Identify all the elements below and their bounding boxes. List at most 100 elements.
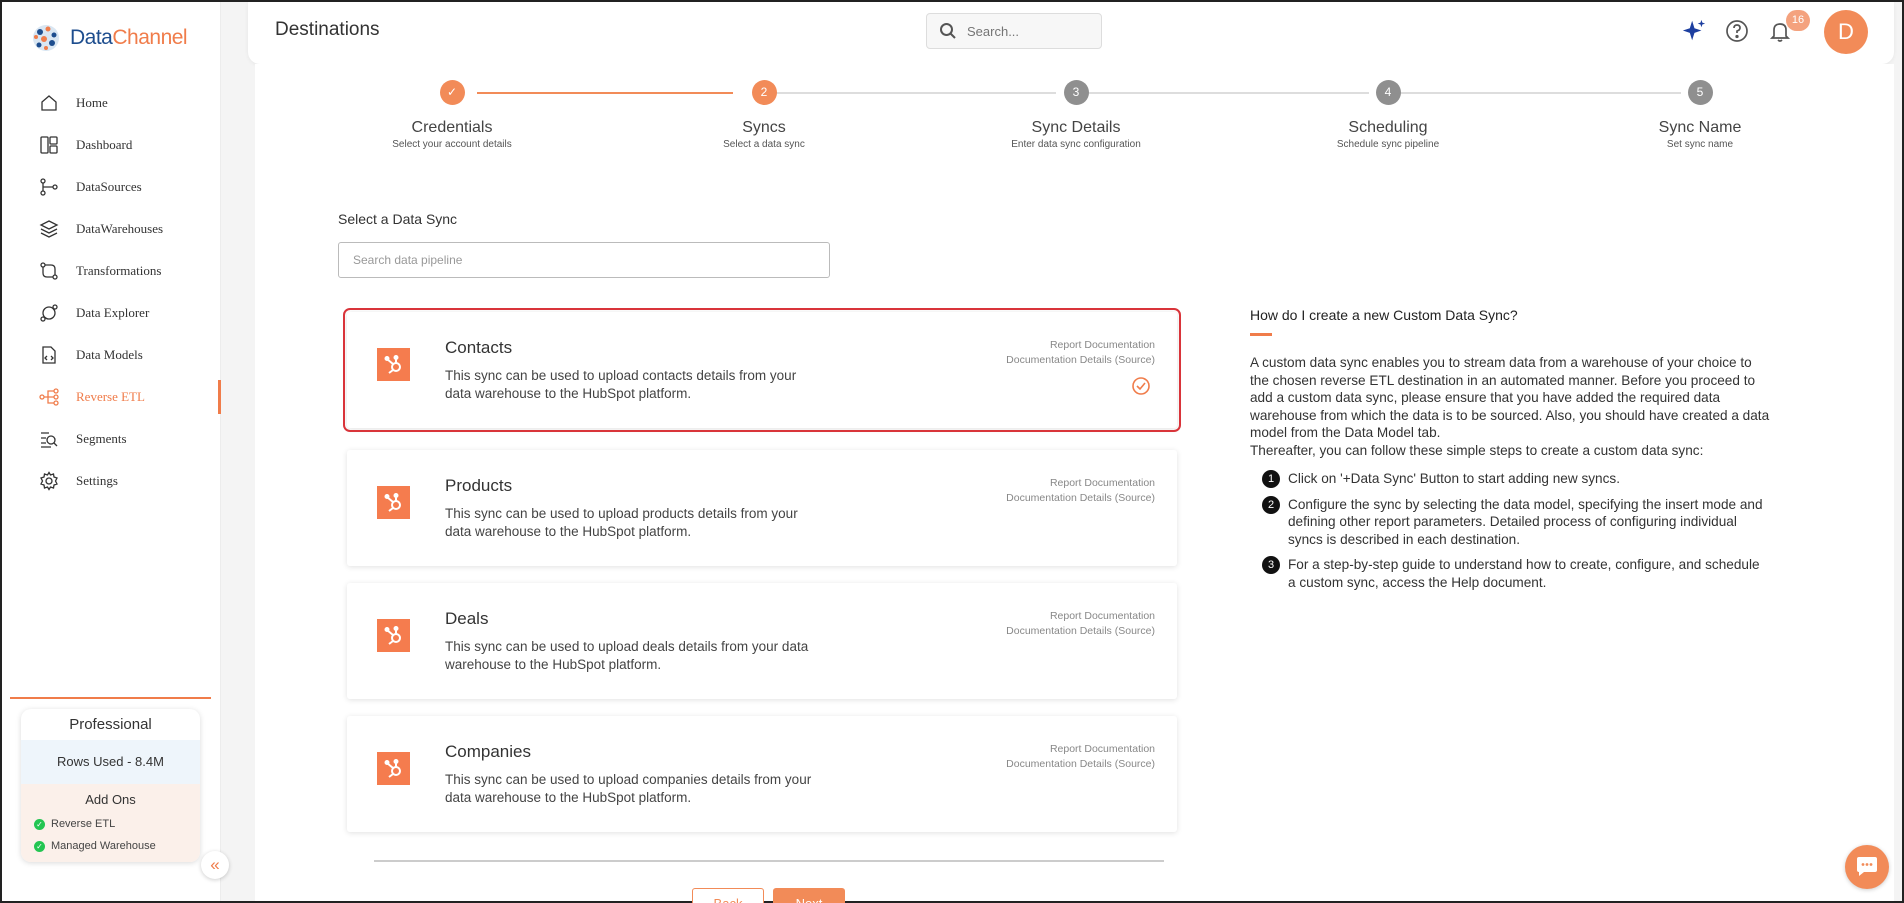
sync-description: This sync can be used to upload companie… [445,772,812,805]
reverse-etl-icon [38,386,60,408]
sync-description: This sync can be used to upload contacts… [445,368,797,401]
hubspot-icon [377,348,410,381]
step-sync-name[interactable]: 5 Sync Name Set sync name [1600,80,1800,150]
report-documentation-link[interactable]: Report Documentation [1006,476,1155,491]
step-sync-details[interactable]: 3 Sync Details Enter data sync configura… [976,80,1176,150]
notification-badge: 16 [1786,10,1810,31]
step-syncs[interactable]: 2 Syncs Select a data sync [664,80,864,150]
sync-card-products[interactable]: Products This sync can be used to upload… [347,450,1177,566]
data-models-icon [38,344,60,366]
sidebar-item-dashboard[interactable]: Dashboard [2,124,221,166]
help-step: 3 For a step-by-step guide to understand… [1262,556,1770,591]
plan-card: Professional Rows Used - 8.4M Add Ons ✓ … [21,709,200,862]
step-number: 2 [751,80,777,105]
sync-card-contacts[interactable]: Contacts This sync can be used to upload… [343,308,1181,432]
step-scheduling[interactable]: 4 Scheduling Schedule sync pipeline [1288,80,1488,150]
help-step: 2 Configure the sync by selecting the da… [1262,495,1770,549]
hubspot-icon [377,619,410,652]
main-content: ✓ Credentials Select your account detail… [255,64,1894,903]
next-button[interactable]: Next [773,888,845,903]
sidebar-item-datasources[interactable]: DataSources [2,166,221,208]
datachannel-logo-icon [33,25,59,51]
chat-button[interactable] [1845,845,1889,889]
step-number: 5 [1687,80,1713,105]
documentation-details-link[interactable]: Documentation Details (Source) [1006,624,1155,639]
global-search[interactable] [926,13,1102,49]
help-body: A custom data sync enables you to stream… [1250,355,1770,458]
sync-name: Deals [445,609,489,628]
report-documentation-link[interactable]: Report Documentation [1006,338,1155,353]
addons-section: Add Ons ✓ Reverse ETL ✓ Managed Warehous… [21,784,200,862]
addons-title: Add Ons [85,792,136,807]
sidebar-item-transformations[interactable]: Transformations [2,250,221,292]
doc-links: Report Documentation Documentation Detai… [1006,742,1155,772]
sync-name: Contacts [445,338,513,357]
help-icon [1726,20,1748,42]
help-button[interactable] [1724,18,1750,44]
selected-check-icon [1132,377,1150,395]
addon-item: ✓ Reverse ETL [21,813,200,835]
documentation-details-link[interactable]: Documentation Details (Source) [1006,757,1155,772]
sync-card-deals[interactable]: Deals This sync can be used to upload de… [347,583,1177,699]
help-steps: 1 Click on '+Data Sync' Button to start … [1250,469,1770,592]
segments-icon [38,428,60,450]
sync-description: This sync can be used to upload products… [445,506,798,539]
sync-name: Products [445,476,513,495]
section-label: Select a Data Sync [338,211,458,227]
help-title: How do I create a new Custom Data Sync? [1250,307,1518,323]
header: Destinations 16 D [248,2,1894,64]
back-button[interactable]: Back [692,888,764,903]
step-number: 4 [1375,80,1401,105]
check-icon: ✓ [34,840,45,852]
sidebar-item-segments[interactable]: Segments [2,418,221,460]
logo[interactable]: DataChannel [28,20,188,56]
brand-name: DataChannel [70,26,188,49]
help-title-underline [1250,333,1272,336]
sidebar-item-home[interactable]: Home [2,82,221,124]
help-panel: How do I create a new Custom Data Sync? … [1250,307,1770,600]
step-credentials[interactable]: ✓ Credentials Select your account detail… [352,80,552,150]
sync-card-companies[interactable]: Companies This sync can be used to uploa… [347,716,1177,832]
check-icon: ✓ [34,818,45,830]
search-icon [940,23,956,39]
sidebar-item-data-models[interactable]: Data Models [2,334,221,376]
sidebar-item-reverse-etl[interactable]: Reverse ETL [2,376,221,418]
doc-links: Report Documentation Documentation Detai… [1006,338,1155,368]
sidebar-item-settings[interactable]: Settings [2,460,221,502]
doc-links: Report Documentation Documentation Detai… [1006,609,1155,639]
datawarehouses-icon [38,218,60,240]
data-explorer-icon [38,302,60,324]
step-number: 3 [1063,80,1089,105]
gear-icon [38,470,60,492]
step-check-icon: ✓ [439,80,465,105]
help-step: 1 Click on '+Data Sync' Button to start … [1262,469,1770,488]
search-input[interactable] [967,23,1077,39]
report-documentation-link[interactable]: Report Documentation [1006,742,1155,757]
report-documentation-link[interactable]: Report Documentation [1006,609,1155,624]
collapse-sidebar-button[interactable]: « [201,851,229,879]
chat-icon [1857,857,1877,876]
sidebar-nav: Home Dashboard DataSources DataWarehouse… [2,82,221,502]
sidebar-divider [10,697,211,699]
sidebar: DataChannel Home Dashboard DataSources D… [2,2,221,901]
form-divider [374,860,1164,862]
pipeline-search-input[interactable] [338,242,830,278]
avatar[interactable]: D [1824,10,1868,54]
double-chevron-left-icon: « [210,855,220,874]
hubspot-icon [377,486,410,519]
ai-sparkle-button[interactable] [1681,18,1707,44]
addon-item: ✓ Managed Warehouse [21,835,200,857]
home-icon [38,92,60,114]
documentation-details-link[interactable]: Documentation Details (Source) [1006,491,1155,506]
sidebar-item-datawarehouses[interactable]: DataWarehouses [2,208,221,250]
dashboard-icon [38,134,60,156]
sync-name: Companies [445,742,531,761]
sync-description: This sync can be used to upload deals de… [445,639,809,672]
rows-used: Rows Used - 8.4M [21,740,200,784]
documentation-details-link[interactable]: Documentation Details (Source) [1006,353,1155,368]
page-title: Destinations [275,19,380,40]
datasources-icon [38,176,60,198]
hubspot-icon [377,752,410,785]
doc-links: Report Documentation Documentation Detai… [1006,476,1155,506]
sidebar-item-data-explorer[interactable]: Data Explorer [2,292,221,334]
